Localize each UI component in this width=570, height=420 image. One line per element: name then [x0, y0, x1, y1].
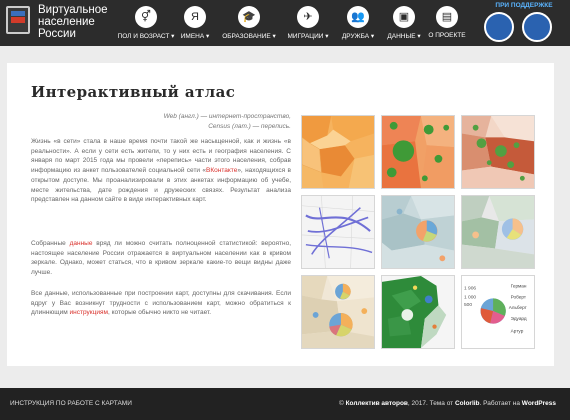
map-thumbnail-friendship[interactable]: [381, 195, 455, 269]
vkontakte-link[interactable]: ВКонтакте: [206, 167, 237, 174]
friends-icon: 👥: [347, 6, 369, 28]
site-logo[interactable]: [6, 6, 30, 34]
epigraph-line-2: Census (лат.) — перепись.: [208, 123, 291, 130]
text: , которые обычно никто не читает.: [107, 309, 212, 317]
map-thumbnail-moscow[interactable]: [301, 275, 375, 349]
nav-item-about[interactable]: ▤ О ПРОЕКТЕ: [422, 0, 472, 46]
text: Собранные: [31, 240, 70, 247]
footer-instructions-link[interactable]: ИНСТРУКЦИЯ ПО РАБОТЕ С КАРТАМИ: [10, 400, 132, 407]
site-footer: ИНСТРУКЦИЯ ПО РАБОТЕ С КАРТАМИ © Коллект…: [0, 388, 570, 420]
legend-name: Эдуард: [511, 316, 527, 321]
names-dot-map: [382, 116, 454, 188]
footer-credits: © Коллектив авторов, 2017. Тема от Color…: [339, 400, 556, 407]
moscow-pie-map: [302, 276, 374, 348]
theme-author-link[interactable]: Colorlib: [455, 400, 480, 407]
legend-value: 1 906: [464, 286, 476, 292]
green-region-map: [382, 276, 454, 348]
graduation-cap-icon: 🎓: [238, 6, 260, 28]
map-thumbnail-names[interactable]: [381, 115, 455, 189]
names-pie-legend: 1 906 1 000 500 Герман Роберт Альберт Эд…: [462, 276, 534, 348]
names-icon: Я: [184, 6, 206, 28]
data-link[interactable]: данные: [70, 240, 93, 247]
top-navbar: Виртуальное население России ⚥ ПОЛ И ВОЗ…: [0, 0, 570, 46]
text: ©: [338, 400, 346, 407]
data-icon: ▣: [393, 6, 415, 28]
intro-paragraph-3: Все данные, использованные при построени…: [31, 289, 291, 318]
orange-choropleth-map: [302, 116, 374, 188]
intro-paragraph-1: Жизнь «в сети» стала в наше время почти …: [31, 137, 291, 205]
friendship-pie-map: [382, 196, 454, 268]
gender-choropleth-map: [462, 196, 534, 268]
legend-name: Альберт: [509, 305, 528, 310]
legend-value: 500: [464, 302, 472, 308]
map-thumbnail-age[interactable]: [301, 115, 375, 189]
map-thumbnail-grid: 1 906 1 000 500 Герман Роберт Альберт Эд…: [301, 115, 537, 351]
nav-label: О ПРОЕКТЕ: [428, 32, 466, 39]
map-thumbnail-region[interactable]: [381, 275, 455, 349]
info-icon: ▤: [436, 6, 458, 28]
education-dot-map: [462, 116, 534, 188]
migration-flow-map: [302, 196, 374, 268]
text: , 2017. Тема от: [407, 400, 455, 407]
sponsor-logo-1[interactable]: [484, 12, 514, 42]
epigraph-line-1: Web (англ.) — интернет-пространство,: [163, 113, 291, 120]
sponsor-logo-2[interactable]: [522, 12, 552, 42]
legend-value: 1 000: [464, 294, 476, 300]
support-label: ПРИ ПОДДЕРЖКЕ: [495, 2, 553, 9]
map-thumbnail-education[interactable]: [461, 115, 535, 189]
map-thumbnail-migration[interactable]: [301, 195, 375, 269]
legend-name: Артур: [511, 328, 524, 333]
gender-icon: ⚥: [135, 6, 157, 28]
map-thumbnail-names-chart[interactable]: 1 906 1 000 500 Герман Роберт Альберт Эд…: [461, 275, 535, 349]
intro-paragraph-2: Собранные данные вряд ли можно считать п…: [31, 239, 291, 278]
authors-link[interactable]: Коллектив авторов: [346, 400, 408, 407]
instructions-link[interactable]: инструкциям: [70, 309, 108, 316]
page-title: Интерактивный атлас: [31, 83, 236, 101]
content-card: Интерактивный атлас Web (англ.) — интерн…: [7, 63, 554, 366]
map-thumbnail-gender[interactable]: [461, 195, 535, 269]
legend-name: Роберт: [511, 294, 527, 299]
airplane-icon: ✈: [297, 6, 319, 28]
text: . Работает на: [479, 400, 522, 407]
wordpress-link[interactable]: WordPress: [522, 400, 556, 407]
legend-name: Герман: [511, 284, 527, 289]
